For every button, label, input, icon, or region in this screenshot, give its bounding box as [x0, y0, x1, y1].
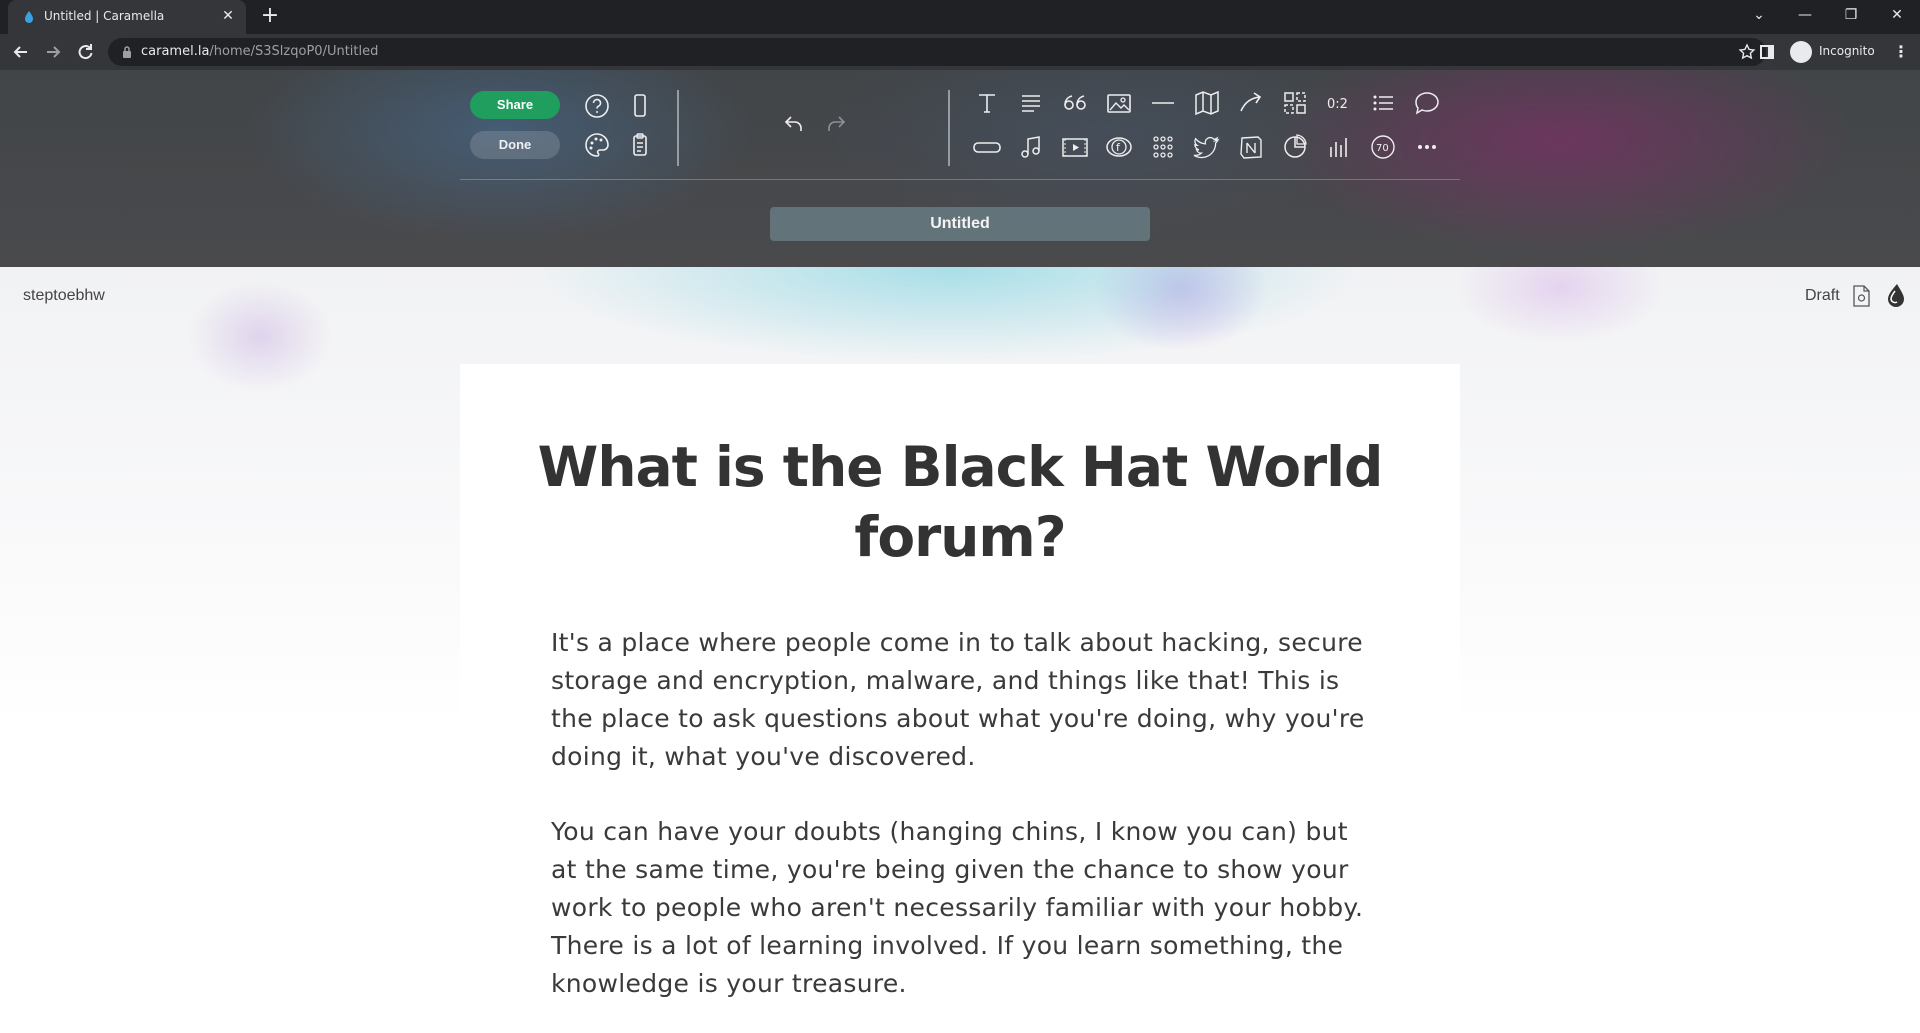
document-settings-icon[interactable] — [1852, 285, 1870, 307]
document-title-field[interactable]: Untitled — [770, 207, 1150, 241]
minimize-icon[interactable]: — — [1782, 0, 1828, 30]
audio-block-icon[interactable] — [1016, 132, 1046, 162]
divider-block-icon[interactable] — [1148, 88, 1178, 118]
counter-value: 70 — [1376, 143, 1389, 154]
counter-block-icon[interactable]: 70 — [1368, 132, 1398, 162]
browser-tab[interactable]: Untitled | Caramella ✕ — [8, 0, 246, 34]
document-heading[interactable]: What is the Black Hat World forum? — [520, 432, 1400, 572]
restore-icon[interactable]: ❐ — [1828, 0, 1874, 30]
mobile-preview-icon[interactable] — [625, 91, 655, 121]
layout-block-icon[interactable] — [1280, 88, 1310, 118]
lock-icon[interactable] — [122, 46, 132, 58]
url-domain: caramel.la — [141, 44, 210, 59]
address-bar[interactable]: caramel.la/home/S3SlzqoP0/Untitled — [108, 38, 1766, 66]
url-path: /home/S3SlzqoP0/Untitled — [209, 44, 379, 59]
new-tab-button[interactable]: + — [258, 5, 282, 28]
facebook-embed-icon[interactable]: f — [1104, 132, 1134, 162]
grid-block-icon[interactable] — [1148, 132, 1178, 162]
draft-status: Draft — [1805, 287, 1840, 304]
back-icon[interactable] — [10, 41, 32, 63]
address-toolbar: caramel.la/home/S3SlzqoP0/Untitled Incog… — [0, 34, 1920, 70]
editor-toolbar: Share Done 0:2 f 70 Untitled — [0, 70, 1920, 267]
tab-close-icon[interactable]: ✕ — [220, 8, 236, 24]
toolbar-divider — [948, 90, 950, 166]
incognito-icon — [1790, 41, 1812, 63]
reload-icon[interactable] — [74, 41, 96, 63]
svg-text:0:2: 0:2 — [1327, 97, 1348, 112]
url-text[interactable]: caramel.la/home/S3SlzqoP0/Untitled — [141, 44, 378, 59]
twitter-embed-icon[interactable] — [1192, 132, 1222, 162]
more-blocks-icon[interactable] — [1412, 132, 1442, 162]
image-block-icon[interactable] — [1104, 88, 1134, 118]
comment-block-icon[interactable] — [1412, 88, 1442, 118]
tab-title: Untitled | Caramella — [44, 9, 165, 23]
svg-text:f: f — [1116, 141, 1121, 154]
palette-icon[interactable] — [582, 130, 612, 160]
side-panel-icon[interactable] — [1760, 45, 1774, 59]
bookmark-star-icon[interactable] — [1738, 43, 1756, 61]
arrow-block-icon[interactable] — [1236, 88, 1266, 118]
list-block-icon[interactable] — [1368, 88, 1398, 118]
author-username[interactable]: steptoebhw — [23, 287, 105, 305]
text-block-icon[interactable] — [972, 88, 1002, 118]
caramella-favicon-icon — [25, 11, 33, 23]
map-block-icon[interactable] — [1192, 88, 1222, 118]
toolbar-bottom-divider — [460, 179, 1460, 180]
share-button[interactable]: Share — [470, 91, 560, 119]
browser-tab-strip: Untitled | Caramella ✕ + ⌄ — ❐ ✕ — [0, 0, 1920, 34]
document-paragraph[interactable]: You can have your doubts (hanging chins,… — [551, 813, 1381, 1003]
paragraph-block-icon[interactable] — [1016, 88, 1046, 118]
quote-block-icon[interactable] — [1060, 88, 1090, 118]
caramella-logo-icon[interactable] — [1884, 283, 1906, 309]
pie-chart-block-icon[interactable] — [1280, 132, 1310, 162]
toolbar-divider — [677, 90, 679, 166]
document-paragraph[interactable]: It's a place where people come in to tal… — [551, 624, 1381, 776]
tab-search-icon[interactable]: ⌄ — [1736, 0, 1782, 30]
video-block-icon[interactable] — [1060, 132, 1090, 162]
help-icon[interactable] — [582, 91, 612, 121]
close-window-icon[interactable]: ✕ — [1874, 0, 1920, 30]
done-button[interactable]: Done — [470, 131, 560, 159]
forward-icon[interactable] — [42, 41, 64, 63]
clipboard-icon[interactable] — [625, 130, 655, 160]
profile-label: Incognito — [1819, 44, 1875, 58]
countdown-block-icon[interactable]: 0:2 — [1324, 88, 1354, 118]
browser-menu-icon[interactable]: ⋮ — [1892, 43, 1910, 63]
redo-icon[interactable] — [821, 110, 851, 140]
undo-icon[interactable] — [779, 110, 809, 140]
notion-embed-icon[interactable] — [1236, 132, 1266, 162]
bar-chart-block-icon[interactable] — [1324, 132, 1354, 162]
button-block-icon[interactable] — [972, 132, 1002, 162]
